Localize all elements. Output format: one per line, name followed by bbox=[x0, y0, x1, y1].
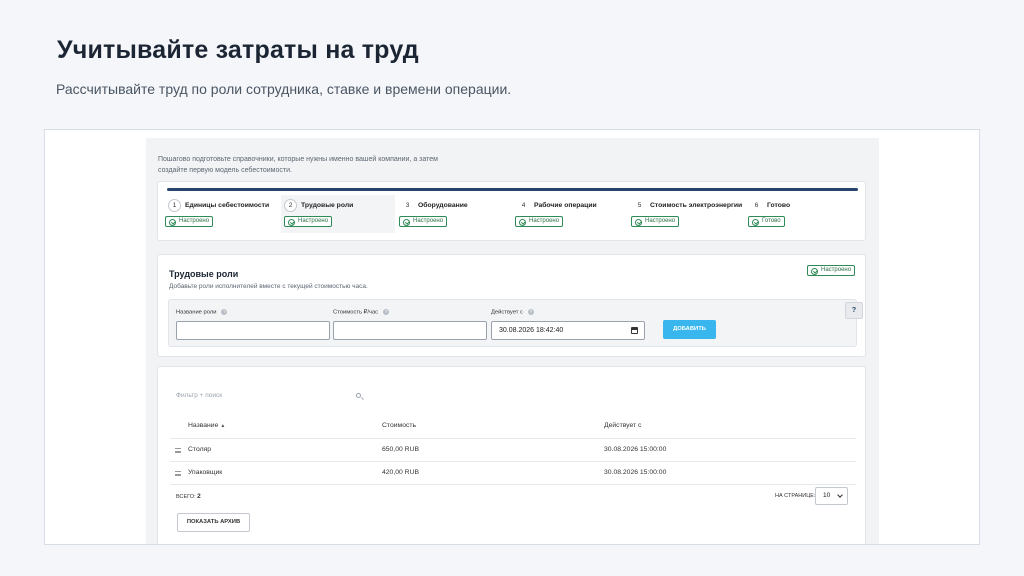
table-row[interactable]: Упаковщик 420,00 RUB 30.08.2026 15:00:00 bbox=[170, 461, 856, 484]
step-work-operations[interactable]: 4 Рабочие операции Настроено bbox=[514, 195, 626, 233]
status-badge: Настроено bbox=[284, 216, 333, 227]
column-header-since[interactable]: Действует с bbox=[604, 422, 641, 429]
drag-handle-icon[interactable] bbox=[175, 448, 181, 453]
labor-roles-card: Трудовые роли Добавьте роли исполнителей… bbox=[157, 254, 866, 357]
table-row[interactable]: Столяр 650,00 RUB 30.08.2026 15:00:00 bbox=[170, 438, 856, 461]
slide-subtitle: Рассчитывайте труд по роли сотрудника, с… bbox=[56, 81, 512, 97]
slide-title: Учитывайте затраты на труд bbox=[57, 36, 419, 64]
date-value: 30.08.2026 18:42:40 bbox=[499, 327, 564, 334]
column-header-cost[interactable]: Стоимость bbox=[382, 422, 416, 429]
effective-date-label: Действует с? bbox=[491, 309, 534, 316]
check-circle-icon bbox=[288, 218, 295, 226]
add-role-button[interactable]: ДОБАВИТЬ bbox=[663, 320, 716, 339]
stepper-progress-bar bbox=[167, 188, 858, 191]
check-circle-icon bbox=[811, 267, 818, 275]
status-badge: Настроено bbox=[515, 216, 564, 227]
check-circle-icon bbox=[752, 218, 759, 226]
drag-handle-icon[interactable] bbox=[175, 471, 181, 476]
cell-name: Столяр bbox=[188, 446, 212, 453]
screenshot-frame: Пошагово подготовьте справочники, которы… bbox=[44, 129, 980, 545]
cell-since: 30.08.2026 15:00:00 bbox=[604, 446, 667, 453]
check-circle-icon bbox=[169, 218, 176, 226]
status-badge: Настроено bbox=[165, 216, 214, 227]
column-header-name[interactable]: Название ▲ bbox=[188, 422, 225, 429]
cell-name: Упаковщик bbox=[188, 469, 223, 476]
show-archive-button[interactable]: ПОКАЗАТЬ АРХИВ bbox=[177, 513, 250, 532]
step-done[interactable]: 6 Готово Готово bbox=[747, 195, 859, 233]
step-number: 3 bbox=[401, 199, 414, 212]
step-electricity-cost[interactable]: 5 Стоимость электроэнергии Настроено bbox=[630, 195, 744, 233]
step-label: Рабочие операции bbox=[534, 202, 597, 209]
check-circle-icon bbox=[635, 218, 642, 226]
add-role-form: Название роли? Стоимость ₽/час? Действуе… bbox=[168, 299, 863, 347]
section-title: Трудовые роли bbox=[169, 269, 239, 279]
search-icon bbox=[356, 393, 361, 398]
app-window: Пошагово подготовьте справочники, которы… bbox=[146, 138, 879, 544]
intro-line-1: Пошагово подготовьте справочники, которы… bbox=[158, 156, 438, 163]
section-description: Добавьте роли исполнителей вместе с теку… bbox=[169, 283, 368, 290]
total-count: ВСЕГО: 2 bbox=[176, 493, 201, 500]
step-label: Единицы себестоимости bbox=[185, 202, 270, 209]
step-label: Готово bbox=[767, 202, 791, 209]
step-labor-roles[interactable]: 2 Трудовые роли Настроено bbox=[281, 195, 395, 233]
per-page-label: НА СТРАНИЦЕ: bbox=[775, 493, 816, 499]
help-icon[interactable]: ? bbox=[221, 309, 228, 315]
step-cost-units[interactable]: 1 Единицы себестоимости Настроено bbox=[165, 195, 277, 233]
cell-since: 30.08.2026 15:00:00 bbox=[604, 469, 667, 476]
status-badge: Готово bbox=[748, 216, 785, 227]
status-badge: Настроено bbox=[631, 216, 680, 227]
step-number: 4 bbox=[517, 199, 530, 212]
role-name-input[interactable] bbox=[176, 321, 330, 340]
step-number: 5 bbox=[633, 199, 646, 212]
step-number: 1 bbox=[168, 199, 181, 212]
step-label: Оборудование bbox=[418, 202, 468, 209]
help-button[interactable]: ? bbox=[845, 302, 863, 319]
help-icon[interactable]: ? bbox=[527, 309, 534, 315]
check-circle-icon bbox=[519, 218, 526, 226]
intro-line-2: создайте первую модель себестоимости. bbox=[158, 167, 292, 174]
step-number: 6 bbox=[750, 199, 763, 212]
cell-cost: 650,00 RUB bbox=[382, 446, 420, 453]
role-name-label: Название роли? bbox=[176, 309, 228, 316]
intro-text: Пошагово подготовьте справочники, которы… bbox=[158, 154, 478, 176]
calendar-icon[interactable] bbox=[631, 327, 638, 334]
step-label: Трудовые роли bbox=[301, 202, 354, 209]
status-badge: Настроено bbox=[399, 216, 448, 227]
per-page-select[interactable]: 10 bbox=[815, 487, 848, 505]
step-label: Стоимость электроэнергии bbox=[650, 202, 743, 209]
setup-stepper: 1 Единицы себестоимости Настроено 2 Труд… bbox=[157, 181, 866, 241]
step-number: 2 bbox=[284, 199, 297, 212]
chevron-down-icon bbox=[837, 492, 843, 498]
roles-table-card: Фильтр + поиск Название ▲ Стоимость Дейст… bbox=[157, 366, 866, 544]
check-circle-icon bbox=[403, 218, 410, 226]
help-icon[interactable]: ? bbox=[383, 309, 390, 315]
hourly-cost-input[interactable] bbox=[333, 321, 487, 340]
filter-search-input[interactable]: Фильтр + поиск bbox=[176, 392, 366, 404]
status-badge: Настроено bbox=[807, 265, 856, 276]
table-divider bbox=[170, 484, 856, 485]
sort-asc-icon: ▲ bbox=[220, 423, 226, 429]
hourly-cost-label: Стоимость ₽/час? bbox=[333, 309, 390, 316]
cell-cost: 420,00 RUB bbox=[382, 469, 420, 476]
effective-date-input[interactable]: 30.08.2026 18:42:40 bbox=[491, 321, 645, 340]
step-equipment[interactable]: 3 Оборудование Настроено bbox=[398, 195, 510, 233]
